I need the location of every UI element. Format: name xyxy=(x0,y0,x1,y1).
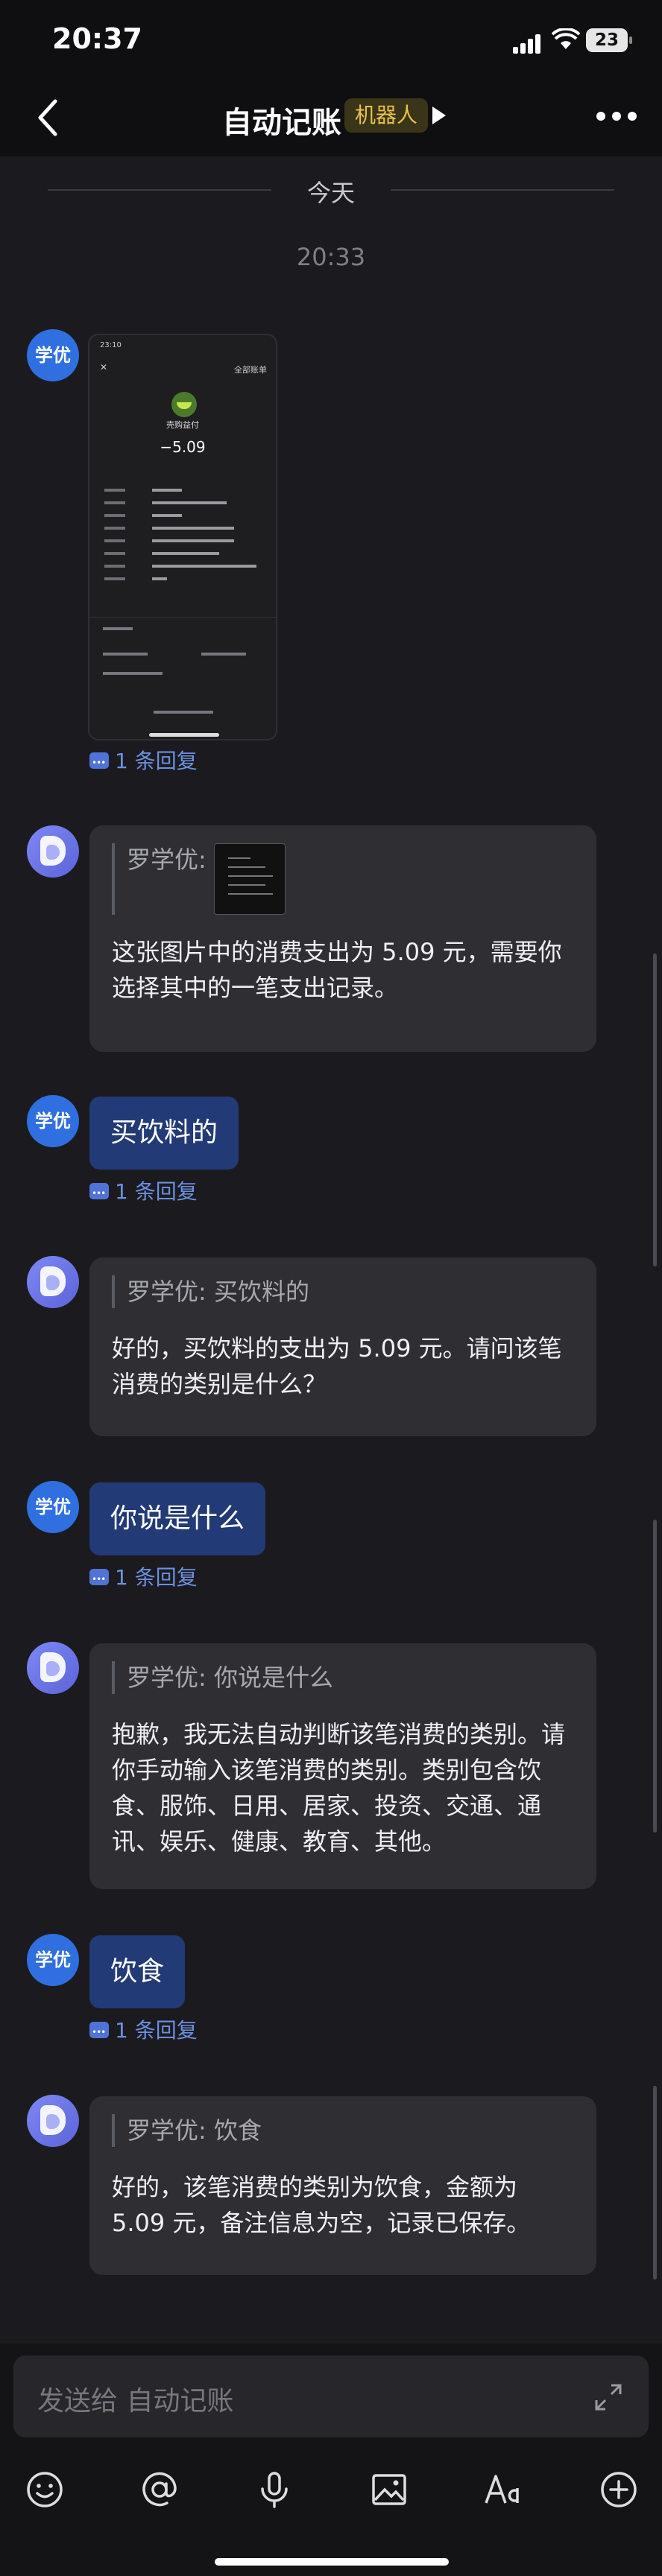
message-text: 这张图片中的消费支出为 5.09 元，需要你选择其中的一笔支出记录。 xyxy=(112,938,562,1002)
chat-header: 自动记账 机器人 xyxy=(0,82,662,156)
quoted-message[interactable]: 罗学优: xyxy=(112,843,574,915)
mention-icon[interactable] xyxy=(139,2469,180,2510)
chat-title[interactable]: 自动记账 xyxy=(222,98,341,142)
reply-icon xyxy=(89,746,110,778)
emoji-icon[interactable] xyxy=(24,2469,66,2510)
home-indicator[interactable] xyxy=(215,2558,449,2566)
status-bar: 20:37 23 xyxy=(0,0,662,82)
message-text: 好的，买饮料的支出为 5.09 元。请问该笔消费的类别是什么？ xyxy=(112,1334,562,1398)
avatar[interactable]: 学优 xyxy=(27,1095,79,1147)
quoted-message[interactable]: 罗学优: 你说是什么 xyxy=(112,1661,574,1694)
reply-icon xyxy=(89,1563,110,1594)
quoted-message[interactable]: 罗学优: 买饮料的 xyxy=(112,1275,574,1308)
message-text: 好的，该笔消费的类别为饮食，金额为 5.09 元，备注信息为空，记录已保存。 xyxy=(112,2173,531,2237)
quoted-message[interactable]: 罗学优: 饮食 xyxy=(112,2114,574,2147)
bot-message: 罗学优: 饮食 好的，该笔消费的类别为饮食，金额为 5.09 元，备注信息为空，… xyxy=(89,2096,596,2275)
bot-message: 罗学优: 买饮料的 好的，买饮料的支出为 5.09 元。请问该笔消费的类别是什么… xyxy=(89,1257,596,1436)
message-input[interactable]: 发送给 自动记账 xyxy=(13,2355,649,2437)
avatar[interactable]: 学优 xyxy=(27,329,79,381)
avatar[interactable]: 学优 xyxy=(27,1481,79,1533)
user-message: 你说是什么 xyxy=(89,1482,266,1555)
clock: 20:37 xyxy=(52,22,142,55)
reply-icon xyxy=(89,2016,110,2047)
font-icon[interactable] xyxy=(483,2469,525,2510)
user-message: 买饮料的 xyxy=(89,1097,239,1170)
receipt-detail-rows xyxy=(104,484,268,586)
bot-avatar[interactable] xyxy=(27,825,79,878)
bot-message: 罗学优: 你说是什么 抱歉，我无法自动判断该笔消费的类别。请你手动输入该笔消费的… xyxy=(89,1643,596,1889)
message-timestamp: 20:33 xyxy=(296,243,366,271)
bot-avatar[interactable] xyxy=(27,1642,79,1694)
user-message: 饮食 xyxy=(89,1935,186,2008)
bot-avatar[interactable] xyxy=(27,2095,79,2147)
more-options-icon[interactable] xyxy=(596,112,637,122)
composer-toolbar xyxy=(0,2455,662,2522)
bot-message: 罗学优: 这张图片中的消费支出为 5.09 元，需要你选择其中的一笔支出记录。 xyxy=(89,825,596,1052)
image-icon[interactable] xyxy=(368,2469,410,2510)
wifi-icon xyxy=(552,28,580,49)
bot-badge: 机器人 xyxy=(344,98,429,133)
composer: 发送给 自动记账 xyxy=(0,2344,662,2576)
quoted-image-thumbnail xyxy=(213,843,286,915)
receipt-screenshot[interactable]: 23:10 ✕ 全部账单 壳购益付 −5.09 xyxy=(88,334,277,740)
merchant-logo xyxy=(171,392,197,417)
scrollbar[interactable] xyxy=(653,2086,657,2280)
date-separator: 今天 xyxy=(48,171,614,209)
signal-icon xyxy=(513,33,543,54)
close-icon: ✕ xyxy=(100,362,108,372)
battery-icon: 23 xyxy=(586,28,632,52)
reply-icon xyxy=(89,1177,110,1208)
expand-icon[interactable] xyxy=(593,2382,623,2412)
add-icon[interactable] xyxy=(598,2469,640,2510)
avatar[interactable]: 学优 xyxy=(27,1934,79,1986)
microphone-icon[interactable] xyxy=(253,2469,295,2510)
bot-avatar[interactable] xyxy=(27,1256,79,1308)
scrollbar[interactable] xyxy=(653,954,657,1266)
message-text: 抱歉，我无法自动判断该笔消费的类别。请你手动输入该笔消费的类别。类别包含饮食、服… xyxy=(112,1720,566,1856)
scrollbar[interactable] xyxy=(653,1520,657,1833)
chevron-right-icon[interactable] xyxy=(432,107,446,124)
back-arrow-icon[interactable] xyxy=(33,95,63,140)
